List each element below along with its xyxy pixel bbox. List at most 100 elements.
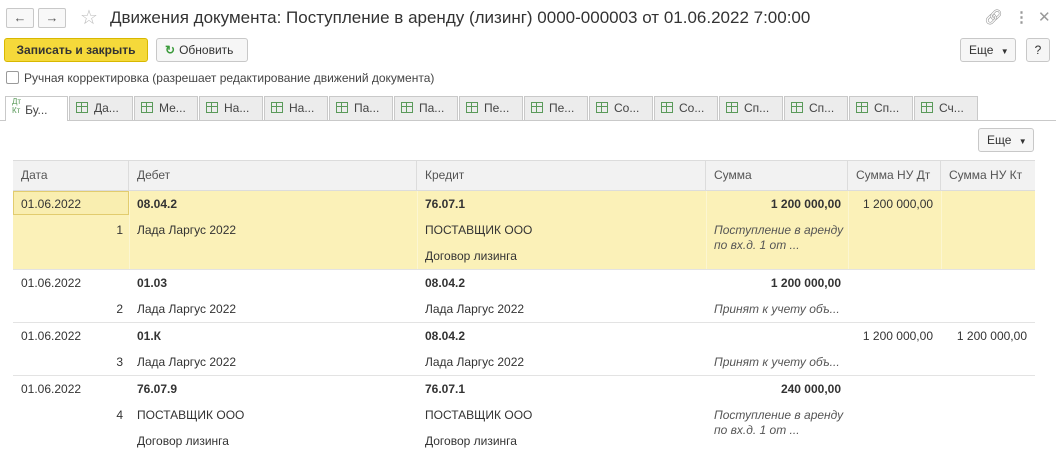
manual-edit-row[interactable]: Ручная корректировка (разрешает редактир… — [6, 71, 434, 87]
tab-pe-1[interactable]: Пе... — [459, 96, 523, 120]
cell-credit-account: 08.04.2 — [425, 329, 466, 343]
cell-debit-subconto-2: Договор лизинга — [137, 434, 229, 448]
col-header-date[interactable]: Дата — [13, 161, 129, 190]
cell-line-number: 4 — [116, 408, 123, 422]
tab-sp-2[interactable]: Сп... — [784, 96, 848, 120]
cell-debit-subconto-1: ПОСТАВЩИК ООО — [137, 408, 245, 422]
back-button[interactable]: ← — [6, 8, 34, 28]
tab-pe-2[interactable]: Пе... — [524, 96, 588, 120]
cell-sum: 1 200 000,00 — [770, 197, 841, 211]
table-row[interactable]: 01.06.2022 2 01.03 Лада Ларгус 2022 08.0… — [13, 270, 1035, 323]
command-bar: Записать и закрыть ↻ Обновить Еще ▼ ? — [0, 38, 1056, 64]
cell-content-1: Принят к учету объ... — [714, 302, 840, 316]
tab-label: На... — [289, 101, 315, 115]
tab-label: Со... — [679, 101, 705, 115]
refresh-button[interactable]: ↻ Обновить — [156, 38, 248, 62]
table-icon — [336, 102, 348, 113]
table-icon — [531, 102, 543, 113]
cell-content-1: Принят к учету объ... — [714, 355, 840, 369]
window-title: Движения документа: Поступление в аренду… — [110, 8, 811, 27]
tab-label: Со... — [614, 101, 640, 115]
save-and-close-button[interactable]: Записать и закрыть — [4, 38, 148, 62]
tab-me[interactable]: Ме... — [134, 96, 198, 120]
close-icon[interactable]: ✕ — [1038, 8, 1051, 28]
cell-credit-subconto-1: ПОСТАВЩИК ООО — [425, 223, 533, 237]
tab-pa-1[interactable]: Па... — [329, 96, 393, 120]
col-header-debit[interactable]: Дебет — [129, 161, 417, 190]
cell-credit-subconto-1: Лада Ларгус 2022 — [425, 302, 525, 316]
link-icon[interactable]: 🔗︎ — [984, 8, 1003, 28]
cell-sum: 1 200 000,00 — [770, 276, 841, 290]
cell-debit-subconto-1: Лада Ларгус 2022 — [137, 302, 237, 316]
arrow-left-icon: ← — [13, 10, 27, 25]
forward-button[interactable]: → — [38, 8, 66, 28]
tab-buh[interactable]: Дт Кт Бу... — [5, 96, 68, 121]
dt-kt-icon: Дт Кт — [12, 97, 22, 115]
cell-sum: 240 000,00 — [780, 382, 841, 396]
table-row[interactable]: 01.06.2022 1 08.04.2 Лада Ларгус 2022 76… — [13, 191, 1035, 270]
title-bar: ← → ☆ Движения документа: Поступление в … — [0, 0, 1056, 36]
tab-label: Пе... — [484, 101, 510, 115]
cell-content-1: Поступление в аренду — [714, 223, 844, 237]
cell-debit-account: 08.04.2 — [137, 197, 178, 211]
tab-label: Сп... — [809, 101, 835, 115]
grid-more-button[interactable]: Еще ▼ — [978, 128, 1034, 152]
tab-na-2[interactable]: На... — [264, 96, 328, 120]
cell-credit-subconto-2: Договор лизинга — [425, 249, 517, 263]
table-icon — [466, 102, 478, 113]
tab-sch[interactable]: Сч... — [914, 96, 978, 120]
cell-credit-subconto-1: Лада Ларгус 2022 — [425, 355, 525, 369]
cell-credit-account: 08.04.2 — [425, 276, 466, 290]
cell-debit-subconto-1: Лада Ларгус 2022 — [137, 223, 237, 237]
table-icon — [271, 102, 283, 113]
cell-line-number: 1 — [116, 223, 123, 237]
cell-nu-dt: 1 200 000,00 — [862, 329, 933, 343]
tab-da[interactable]: Да... — [69, 96, 133, 120]
tab-pa-2[interactable]: Па... — [394, 96, 458, 120]
table-header: Дата Дебет Кредит Сумма Сумма НУ Дт Сумм… — [13, 161, 1035, 191]
tab-so-1[interactable]: Со... — [589, 96, 653, 120]
table-icon — [141, 102, 153, 113]
cell-line-number: 2 — [116, 302, 123, 316]
table-icon — [206, 102, 218, 113]
cell-nu-dt: 1 200 000,00 — [863, 197, 934, 211]
tab-label: Сч... — [939, 101, 964, 115]
more-button[interactable]: Еще ▼ — [960, 38, 1016, 62]
tab-na-1[interactable]: На... — [199, 96, 263, 120]
tab-sp-3[interactable]: Сп... — [849, 96, 913, 120]
col-header-nu-kt[interactable]: Сумма НУ Кт — [941, 161, 1035, 190]
tab-label: Па... — [354, 101, 380, 115]
table-icon — [921, 102, 933, 113]
table-icon — [596, 102, 608, 113]
manual-edit-checkbox[interactable] — [6, 71, 19, 84]
tab-so-2[interactable]: Со... — [654, 96, 718, 120]
help-button[interactable]: ? — [1026, 38, 1050, 62]
favorite-star-icon[interactable]: ☆ — [80, 6, 98, 30]
col-header-nu-dt[interactable]: Сумма НУ Дт — [848, 161, 941, 190]
col-header-credit[interactable]: Кредит — [417, 161, 706, 190]
tab-label: Па... — [419, 101, 445, 115]
manual-edit-label: Ручная корректировка (разрешает редактир… — [24, 71, 435, 85]
chevron-down-icon: ▼ — [1000, 47, 1009, 56]
table-icon — [791, 102, 803, 113]
cell-credit-subconto-1: ПОСТАВЩИК ООО — [425, 408, 533, 422]
tab-sp-1[interactable]: Сп... — [719, 96, 783, 120]
table-row[interactable]: 01.06.2022 3 01.К Лада Ларгус 2022 08.04… — [13, 323, 1035, 376]
refresh-icon: ↻ — [165, 43, 176, 57]
cell-debit-account: 76.07.9 — [137, 382, 178, 396]
table-icon — [661, 102, 673, 113]
tab-label: Сп... — [744, 101, 770, 115]
cell-date: 01.06.2022 — [21, 382, 82, 396]
more-vertical-icon[interactable]: ⋮ — [1014, 8, 1029, 28]
cell-nu-kt: 1 200 000,00 — [956, 329, 1027, 343]
tab-label: Ме... — [159, 101, 186, 115]
table-icon — [401, 102, 413, 113]
more-label: Еще — [969, 43, 994, 57]
cell-credit-account: 76.07.1 — [425, 197, 466, 211]
table-icon — [76, 102, 88, 113]
col-header-sum[interactable]: Сумма — [706, 161, 848, 190]
cell-debit-account: 01.К — [137, 329, 162, 343]
tab-label: Пе... — [549, 101, 575, 115]
table-row[interactable]: 01.06.2022 4 76.07.9 ПОСТАВЩИК ООО Догов… — [13, 376, 1035, 456]
arrow-right-icon: → — [45, 10, 59, 25]
